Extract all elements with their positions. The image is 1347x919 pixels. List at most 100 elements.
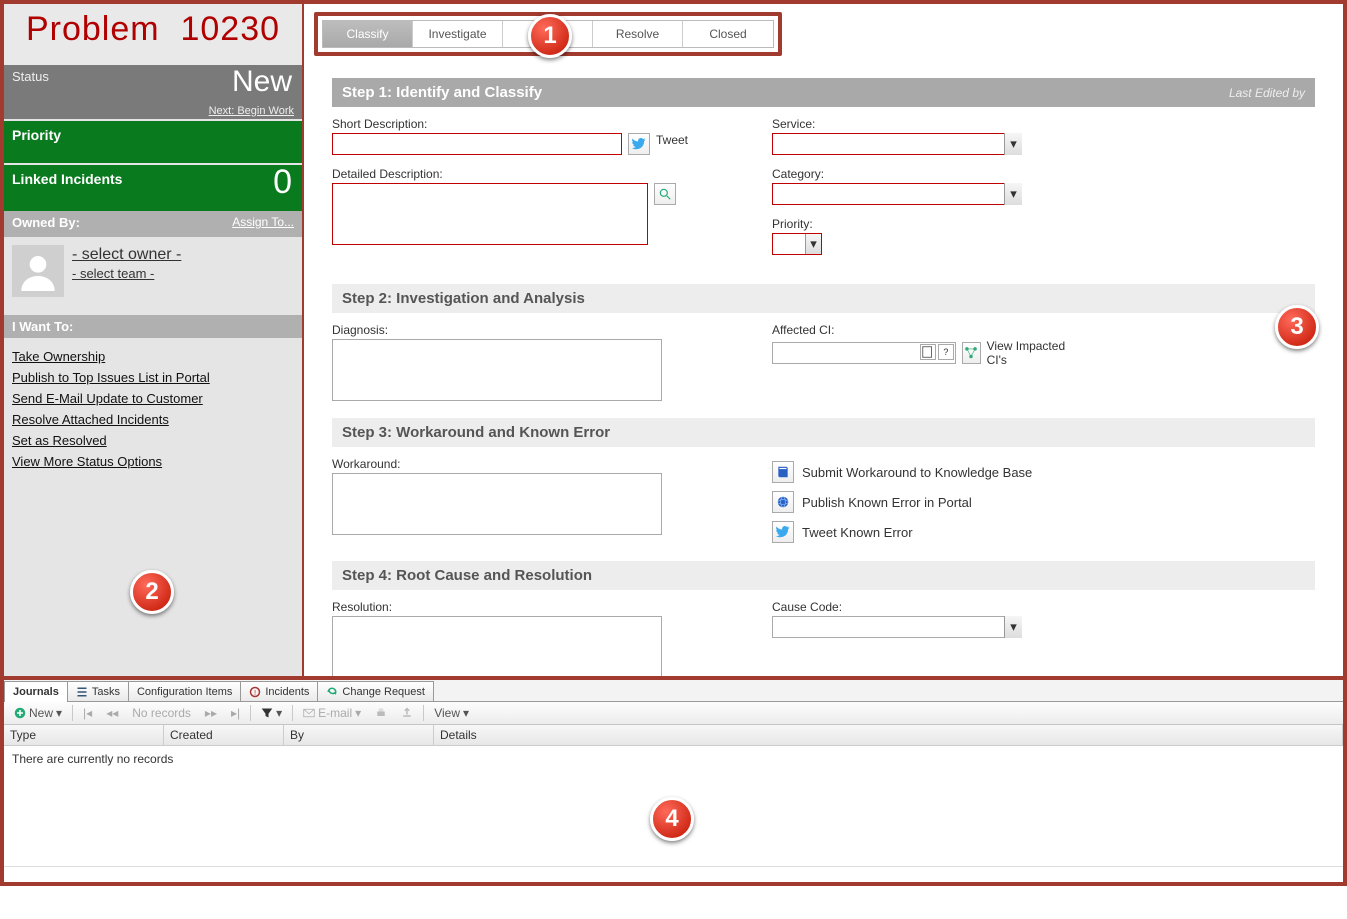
ci-help-button[interactable]: ? — [938, 344, 954, 360]
btab-change[interactable]: Change Request — [317, 681, 434, 701]
action-resolve-attached[interactable]: Resolve Attached Incidents — [12, 409, 294, 430]
magnifier-icon — [658, 187, 672, 201]
detailed-desc-label: Detailed Description: — [332, 167, 712, 181]
tab-resolve[interactable]: Resolve — [593, 21, 683, 47]
step2-title: Step 2: Investigation and Analysis — [342, 290, 585, 307]
title-prefix: Problem — [26, 10, 160, 48]
toolbar-print[interactable] — [371, 706, 391, 720]
diagnosis-label: Diagnosis: — [332, 323, 712, 337]
status-bar: Status New Next: Begin Work — [4, 65, 302, 119]
owned-label: Owned By: — [12, 215, 80, 230]
status-next-link[interactable]: Next: Begin Work — [209, 105, 294, 117]
toolbar-export[interactable] — [397, 706, 417, 720]
bottom-area: Journals Tasks Configuration Items ! Inc… — [0, 676, 1347, 886]
service-select[interactable] — [772, 133, 1022, 155]
select-team-link[interactable]: - select team - — [72, 265, 181, 282]
toolbar-email[interactable]: E-mail ▾ — [299, 705, 365, 721]
affected-ci-input-wrap: ? — [772, 342, 956, 364]
col-by[interactable]: By — [284, 725, 434, 745]
resolution-label: Resolution: — [332, 600, 712, 614]
avatar — [12, 245, 64, 297]
pager-status: No records — [128, 705, 195, 721]
refresh-icon — [326, 686, 338, 698]
status-label: Status — [12, 69, 49, 84]
action-publish-portal[interactable]: Publish Known Error in Portal — [772, 487, 1072, 517]
btab-journals[interactable]: Journals — [4, 681, 68, 702]
action-take-ownership[interactable]: Take Ownership — [12, 346, 294, 367]
pager-next[interactable]: ▸▸ — [201, 705, 221, 721]
toolbar-email-label: E-mail — [318, 706, 352, 720]
workaround-input[interactable] — [332, 473, 662, 535]
step3-title: Step 3: Workaround and Known Error — [342, 424, 610, 441]
cause-code-select[interactable] — [772, 616, 1022, 638]
lookup-icon — [921, 345, 935, 359]
priority-bar: Priority — [4, 121, 302, 163]
step1-edited: Last Edited by — [1229, 86, 1305, 100]
diagnosis-input[interactable] — [332, 339, 662, 401]
ci-lookup-button[interactable] — [920, 344, 936, 360]
step4-title: Step 4: Root Cause and Resolution — [342, 567, 592, 584]
action-tweet-error[interactable]: Tweet Known Error — [772, 517, 1072, 547]
btab-tasks-label: Tasks — [92, 686, 120, 698]
toolbar-new-label: New — [29, 706, 53, 720]
btab-journals-label: Journals — [13, 686, 59, 698]
pager-last[interactable]: ▸| — [227, 705, 244, 721]
tab-closed[interactable]: Closed — [683, 21, 773, 47]
resolution-input[interactable] — [332, 616, 662, 676]
step2-header: Step 2: Investigation and Analysis — [332, 284, 1315, 313]
action-set-resolved[interactable]: Set as Resolved — [12, 430, 294, 451]
assign-to-link[interactable]: Assign To... — [232, 215, 294, 229]
chevron-down-icon: ▾ — [805, 234, 821, 254]
category-select[interactable] — [772, 183, 1022, 205]
btab-change-label: Change Request — [342, 686, 425, 698]
view-ci-button[interactable] — [962, 342, 981, 364]
action-send-email[interactable]: Send E-Mail Update to Customer — [12, 388, 294, 409]
bottom-tabs: Journals Tasks Configuration Items ! Inc… — [4, 680, 1343, 702]
col-created[interactable]: Created — [164, 725, 284, 745]
tweet-button[interactable] — [628, 133, 650, 155]
action-tweet-error-label: Tweet Known Error — [802, 525, 913, 540]
step1-header: Step 1: Identify and Classify Last Edite… — [332, 78, 1315, 107]
col-type[interactable]: Type — [4, 725, 164, 745]
form-area: Step 1: Identify and Classify Last Edite… — [304, 62, 1343, 676]
grid-empty-text: There are currently no records — [12, 752, 173, 766]
step1-title: Step 1: Identify and Classify — [342, 84, 542, 101]
short-desc-label: Short Description: — [332, 117, 712, 131]
action-publish-top-issues[interactable]: Publish to Top Issues List in Portal — [12, 367, 294, 388]
pager-prev[interactable]: ◂◂ — [102, 705, 122, 721]
twitter-icon — [632, 137, 646, 151]
btab-ci-label: Configuration Items — [137, 686, 232, 698]
callout-3: 3 — [1275, 305, 1319, 349]
priority-select[interactable]: ▾ — [772, 233, 822, 255]
action-publish-portal-label: Publish Known Error in Portal — [802, 495, 972, 510]
affected-ci-label: Affected CI: — [772, 323, 1072, 337]
workaround-label: Workaround: — [332, 457, 712, 471]
col-details[interactable]: Details — [434, 725, 1343, 745]
toolbar-view[interactable]: View ▾ — [430, 705, 473, 721]
mail-icon — [303, 707, 315, 719]
tab-investigate[interactable]: Investigate — [413, 21, 503, 47]
export-icon — [401, 707, 413, 719]
btab-incidents[interactable]: ! Incidents — [240, 681, 318, 701]
detailed-desc-input[interactable] — [332, 183, 648, 245]
book-icon — [776, 465, 790, 479]
select-owner-link[interactable]: - select owner - — [72, 245, 181, 265]
status-value: New — [232, 65, 292, 99]
toolbar-filter[interactable]: ▾ — [257, 705, 286, 721]
step3-header: Step 3: Workaround and Known Error — [332, 418, 1315, 447]
toolbar-new-button[interactable]: New ▾ — [10, 705, 66, 721]
pager-first[interactable]: |◂ — [79, 705, 96, 721]
priority-form-label: Priority: — [772, 217, 1072, 231]
btab-ci[interactable]: Configuration Items — [128, 681, 241, 701]
horizontal-scrollbar[interactable] — [4, 866, 1343, 882]
short-desc-input[interactable] — [332, 133, 622, 155]
action-submit-kb[interactable]: Submit Workaround to Knowledge Base — [772, 457, 1072, 487]
tab-classify[interactable]: Classify — [323, 21, 413, 47]
main: Classify Investigate K Resolve Closed St… — [302, 4, 1343, 676]
view-ci-label: View Impacted CI's — [987, 339, 1072, 367]
action-more-status[interactable]: View More Status Options — [12, 451, 294, 472]
title-box: Problem 10230 — [4, 4, 302, 65]
btab-tasks[interactable]: Tasks — [67, 681, 129, 701]
list-icon — [76, 686, 88, 698]
zoom-desc-button[interactable] — [654, 183, 676, 205]
